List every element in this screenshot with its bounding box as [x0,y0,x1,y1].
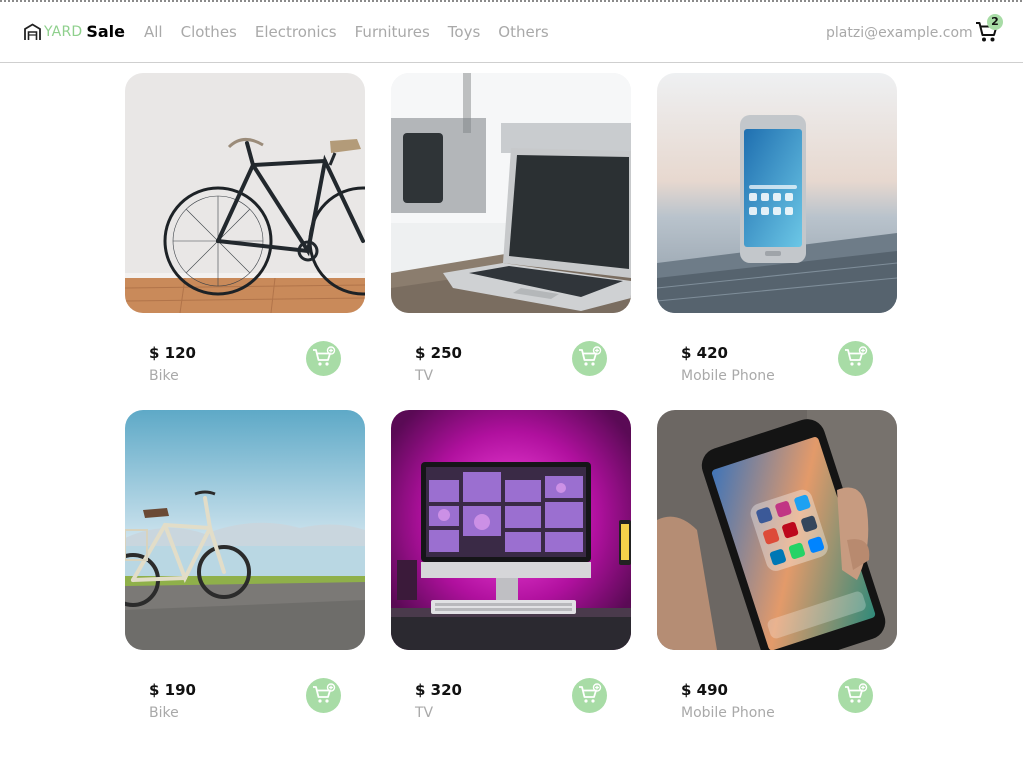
cart-button[interactable]: 2 [974,14,1004,48]
product-card[interactable]: $ 120 Bike [125,73,365,393]
add-to-cart-icon [312,682,336,709]
nav-link-furnitures[interactable]: Furnitures [355,23,430,41]
brand-logo[interactable]: YARD Sale [23,22,125,41]
add-to-cart-button[interactable] [572,341,607,376]
product-price: $ 420 [681,344,728,362]
add-to-cart-icon [578,682,602,709]
nav-link-clothes[interactable]: Clothes [181,23,237,41]
product-image[interactable] [391,73,631,313]
nav-link-others[interactable]: Others [498,23,548,41]
add-to-cart-icon [844,682,868,709]
nav-link-electronics[interactable]: Electronics [255,23,337,41]
add-to-cart-button[interactable] [306,678,341,713]
product-card[interactable]: $ 420 Mobile Phone [657,73,897,393]
product-image[interactable] [125,73,365,313]
product-price: $ 190 [149,681,196,699]
navbar: YARD Sale All Clothes Electronics Furnit… [0,2,1023,63]
product-name: Mobile Phone [681,705,775,721]
product-name: TV [415,368,434,384]
product-price: $ 250 [415,344,462,362]
house-icon [23,22,42,41]
add-to-cart-button[interactable] [838,678,873,713]
product-card[interactable]: $ 320 TV [391,410,631,730]
product-image[interactable] [657,73,897,313]
product-name: TV [415,705,434,721]
add-to-cart-button[interactable] [306,341,341,376]
product-card[interactable]: $ 490 Mobile Phone [657,410,897,730]
product-image[interactable] [657,410,897,650]
product-price: $ 490 [681,681,728,699]
product-name: Bike [149,368,179,384]
product-card[interactable]: $ 190 Bike [125,410,365,730]
product-image[interactable] [391,410,631,650]
nav-link-all[interactable]: All [144,23,163,41]
add-to-cart-icon [844,345,868,372]
add-to-cart-icon [578,345,602,372]
product-card[interactable]: $ 250 TV [391,73,631,393]
category-nav: All Clothes Electronics Furnitures Toys … [144,23,567,41]
nav-link-toys[interactable]: Toys [448,23,480,41]
account-email[interactable]: platzi@example.com [826,25,973,41]
cart-count-badge: 2 [987,14,1003,30]
product-name: Mobile Phone [681,368,775,384]
brand-yard-text: YARD [44,23,83,40]
add-to-cart-icon [312,345,336,372]
shopping-cart-icon [974,22,1000,48]
product-price: $ 120 [149,344,196,362]
product-name: Bike [149,705,179,721]
product-price: $ 320 [415,681,462,699]
product-image[interactable] [125,410,365,650]
add-to-cart-button[interactable] [572,678,607,713]
brand-sale-text: Sale [86,22,126,41]
add-to-cart-button[interactable] [838,341,873,376]
